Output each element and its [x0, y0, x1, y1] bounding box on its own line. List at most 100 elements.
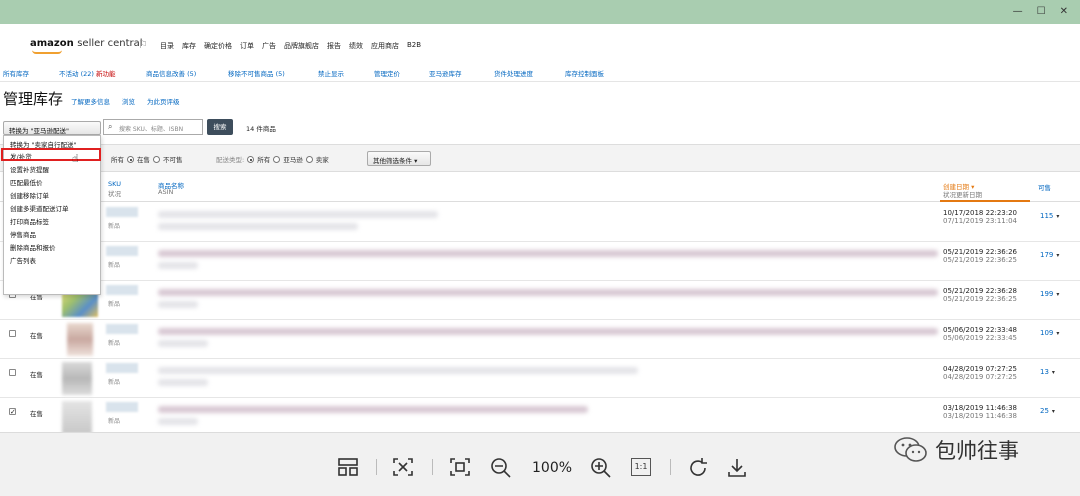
- filter-inactive-radio[interactable]: [153, 156, 160, 163]
- nav-pricing[interactable]: 确定价格: [204, 41, 232, 51]
- tab-inventory-dashboard[interactable]: 库存控制面板: [565, 68, 604, 78]
- rotate-icon[interactable]: [687, 457, 709, 483]
- fulfill-all-radio[interactable]: [247, 156, 255, 163]
- row-date-created: 04/28/2019 07:27:25: [943, 365, 1018, 373]
- menu-item-advertise[interactable]: 广告列表: [10, 255, 36, 265]
- viewer-toolbar: 100% 1:1 包帅往事: [0, 432, 1080, 496]
- row-available[interactable]: 25 ▾: [1040, 407, 1055, 415]
- hand-cursor-icon: ☝: [72, 152, 79, 165]
- row-available-value: 179: [1040, 251, 1054, 259]
- tab-inactive[interactable]: 不活动 (22) 新功能: [59, 68, 116, 78]
- title-blurred: [158, 367, 638, 374]
- sku-text-blurred: [106, 285, 138, 295]
- row-available[interactable]: 109 ▾: [1040, 329, 1059, 337]
- menu-item-delete-listing[interactable]: 删除商品和报价: [10, 242, 56, 252]
- search-button[interactable]: 搜索: [207, 119, 233, 135]
- row-available[interactable]: 13 ▾: [1040, 368, 1055, 376]
- amazon-smile-icon: [32, 50, 62, 54]
- tab-inactive-label: 不活动 (22): [59, 70, 94, 78]
- learn-more-link[interactable]: 了解更多信息: [71, 96, 110, 106]
- table-row: ✓ 在售 新品 03/18/2019 11:46:38 03/18/2019 1…: [0, 398, 1080, 432]
- row-available[interactable]: 115 ▾: [1040, 212, 1059, 220]
- col-available[interactable]: 可售: [1038, 182, 1051, 192]
- row-checkbox[interactable]: ✓: [9, 408, 16, 416]
- row-available[interactable]: 199 ▾: [1040, 290, 1059, 298]
- result-count: 14 件商品: [246, 125, 276, 133]
- nav-reports[interactable]: 报告: [327, 41, 341, 51]
- row-status: 在售: [30, 371, 43, 379]
- nav-orders[interactable]: 订单: [240, 41, 254, 51]
- table-row: 在售 新品 04/28/2019 07:27:25 04/28/2019 07:…: [0, 359, 1080, 398]
- filter-fulfillment-group: 配送类型: 所有 亚马逊 卖家: [216, 154, 329, 164]
- filter-bar: 所有 在售 不可售 配送类型: 所有 亚马逊 卖家 其他筛选条件 ▾: [0, 144, 1080, 172]
- menu-item-match-low-price[interactable]: 匹配最低价: [10, 177, 43, 187]
- flag-icon[interactable]: ⚐: [138, 38, 148, 51]
- thumbnails-icon[interactable]: [337, 457, 359, 481]
- nav-inventory[interactable]: 库存: [182, 41, 196, 51]
- row-date-created: 03/18/2019 11:46:38: [943, 404, 1018, 412]
- menu-item-mcf-order[interactable]: 创建多渠道配送订单: [10, 203, 69, 213]
- table-row: 新品 05/21/2019 22:36:26 05/21/2019 22:36:…: [0, 242, 1080, 281]
- logo-product: seller central: [77, 38, 143, 49]
- download-icon[interactable]: [726, 457, 748, 483]
- row-checkbox[interactable]: [9, 330, 16, 337]
- tab-remove-unsellable[interactable]: 移除不可售商品 (5): [228, 68, 285, 78]
- row-checkbox[interactable]: [9, 369, 16, 376]
- col-sku[interactable]: SKU: [108, 180, 121, 188]
- search-icon: ⌕: [108, 122, 113, 131]
- fulfill-amazon-label: 亚马逊: [283, 156, 303, 164]
- caret-down-icon: ▾: [1056, 330, 1060, 337]
- inventory-subnav: 所有库存 不活动 (22) 新功能 商品信息改善 (5) 移除不可售商品 (5)…: [0, 64, 1080, 82]
- maximize-button[interactable]: ☐: [1037, 6, 1046, 18]
- minimize-button[interactable]: —: [1013, 6, 1023, 18]
- fulfill-amazon-radio[interactable]: [273, 156, 281, 163]
- fullscreen-icon[interactable]: [449, 457, 471, 481]
- fulfill-all-label: 所有: [257, 156, 271, 164]
- row-available[interactable]: 179 ▾: [1040, 251, 1059, 259]
- sku-text-blurred: [106, 246, 138, 256]
- sku-text-blurred: [106, 324, 138, 334]
- tab-all-inventory[interactable]: 所有库存: [3, 68, 29, 78]
- fit-screen-icon[interactable]: [392, 457, 414, 481]
- row-date-created: 05/21/2019 22:36:26: [943, 248, 1018, 256]
- tab-suppressed[interactable]: 禁止显示: [318, 68, 344, 78]
- filter-status-group: 所有 在售 不可售: [111, 154, 183, 164]
- row-date-created: 05/21/2019 22:36:28: [943, 287, 1018, 295]
- amazon-logo[interactable]: amazon seller central: [30, 38, 143, 54]
- col-status-sub: 状况: [108, 190, 121, 198]
- tab-fba-inventory[interactable]: 亚马逊库存: [429, 68, 462, 78]
- row-available-value: 13: [1040, 368, 1049, 376]
- zoom-out-icon[interactable]: [490, 457, 512, 483]
- more-filters-button[interactable]: 其他筛选条件 ▾: [367, 151, 431, 166]
- nav-advertising[interactable]: 广告: [262, 41, 276, 51]
- zoom-in-icon[interactable]: [590, 457, 612, 483]
- menu-item-stop-selling[interactable]: 停售商品: [10, 229, 36, 239]
- title-blurred: [158, 289, 938, 296]
- bulk-action-select[interactable]: 转换为 "亚马逊配送": [3, 121, 101, 135]
- tab-listing-quality[interactable]: 商品信息改善 (5): [146, 68, 196, 78]
- nav-stores[interactable]: 品牌旗舰店: [284, 41, 319, 51]
- menu-item-restock-alert[interactable]: 设置补货提醒: [10, 164, 49, 174]
- menu-item-removal-order[interactable]: 创建移除订单: [10, 190, 49, 200]
- rate-page-link[interactable]: 为此页评级: [147, 96, 180, 106]
- filter-active-radio[interactable]: [127, 156, 134, 163]
- row-available-value: 115: [1040, 212, 1054, 220]
- tab-manage-pricing[interactable]: 管理定价: [374, 68, 400, 78]
- new-feature-badge: 新功能: [96, 70, 116, 78]
- nav-appstore[interactable]: 应用商店: [371, 41, 399, 51]
- separator: [432, 459, 433, 475]
- tour-link[interactable]: 浏览: [122, 96, 135, 106]
- nav-catalog[interactable]: 目录: [160, 41, 174, 51]
- actual-size-button[interactable]: 1:1: [631, 458, 651, 476]
- tab-shipments[interactable]: 货件处理进度: [494, 68, 533, 78]
- highlight-box: [1, 148, 101, 161]
- nav-b2b[interactable]: B2B: [407, 41, 421, 51]
- nav-performance[interactable]: 绩效: [349, 41, 363, 51]
- row-date-updated: 05/21/2019 22:36:25: [943, 295, 1018, 303]
- close-button[interactable]: ✕: [1060, 6, 1068, 18]
- menu-item-print-labels[interactable]: 打印商品标签: [10, 216, 49, 226]
- sku-text-blurred: [106, 207, 138, 217]
- search-input[interactable]: ⌕ 搜索 SKU、标题、ISBN: [103, 119, 203, 135]
- fulfill-merchant-radio[interactable]: [305, 156, 313, 163]
- title-links: 了解更多信息 浏览 为此页评级: [71, 96, 180, 106]
